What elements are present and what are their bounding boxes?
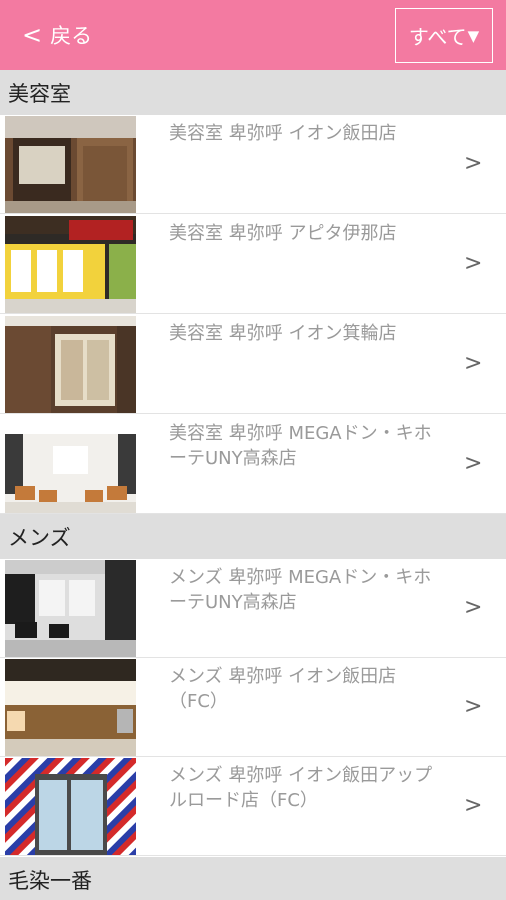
store-name: メンズ 卑弥呼 イオン飯田店（FC）	[169, 666, 397, 712]
store-thumbnail	[5, 758, 136, 855]
back-button[interactable]: < 戻る	[22, 18, 92, 52]
chevron-left-icon: <	[22, 21, 43, 49]
chevron-right-icon: >	[464, 451, 483, 476]
triangle-down-icon: ▼	[467, 26, 480, 45]
section-header-salon: 美容室	[0, 70, 506, 115]
chevron-right-icon: >	[464, 251, 483, 276]
app-header: < 戻る すべて ▼	[0, 0, 506, 70]
store-thumbnail	[5, 659, 136, 756]
section-label: 毛染一番	[8, 868, 92, 893]
store-thumbnail	[5, 560, 136, 657]
list-item[interactable]: 美容室 卑弥呼 アピタ伊那店 >	[0, 215, 506, 314]
store-name: 美容室 卑弥呼 MEGAドン・キホーテUNY高森店	[169, 423, 432, 469]
list-item[interactable]: メンズ 卑弥呼 MEGAドン・キホーテUNY高森店 >	[0, 559, 506, 658]
store-thumbnail	[5, 416, 136, 513]
chevron-right-icon: >	[464, 595, 483, 620]
store-thumbnail	[5, 316, 136, 413]
store-thumbnail	[5, 216, 136, 313]
store-name: メンズ 卑弥呼 MEGAドン・キホーテUNY高森店	[169, 567, 432, 613]
list-item[interactable]: 美容室 卑弥呼 MEGAドン・キホーテUNY高森店 >	[0, 415, 506, 514]
chevron-right-icon: >	[464, 351, 483, 376]
section-label: メンズ	[8, 525, 71, 550]
chevron-right-icon: >	[464, 694, 483, 719]
store-name: メンズ 卑弥呼 イオン飯田アップルロード店（FC）	[169, 765, 433, 811]
chevron-right-icon: >	[464, 793, 483, 818]
section-header-hair-color: 毛染一番	[0, 857, 506, 900]
store-name: 美容室 卑弥呼 イオン箕輪店	[169, 323, 397, 344]
store-name: 美容室 卑弥呼 イオン飯田店	[169, 123, 397, 144]
chevron-right-icon: >	[464, 151, 483, 176]
store-name: 美容室 卑弥呼 アピタ伊那店	[169, 223, 397, 244]
list-item[interactable]: 美容室 卑弥呼 イオン飯田店 >	[0, 115, 506, 214]
store-thumbnail	[5, 116, 136, 213]
filter-label: すべて	[408, 25, 467, 49]
section-header-mens: メンズ	[0, 514, 506, 559]
list-item[interactable]: メンズ 卑弥呼 イオン飯田店（FC） >	[0, 658, 506, 757]
section-label: 美容室	[8, 81, 71, 106]
back-label: 戻る	[50, 24, 93, 48]
list-item[interactable]: メンズ 卑弥呼 イオン飯田アップルロード店（FC） >	[0, 757, 506, 856]
filter-dropdown-button[interactable]: すべて ▼	[395, 8, 493, 63]
list-item[interactable]: 美容室 卑弥呼 イオン箕輪店 >	[0, 315, 506, 414]
